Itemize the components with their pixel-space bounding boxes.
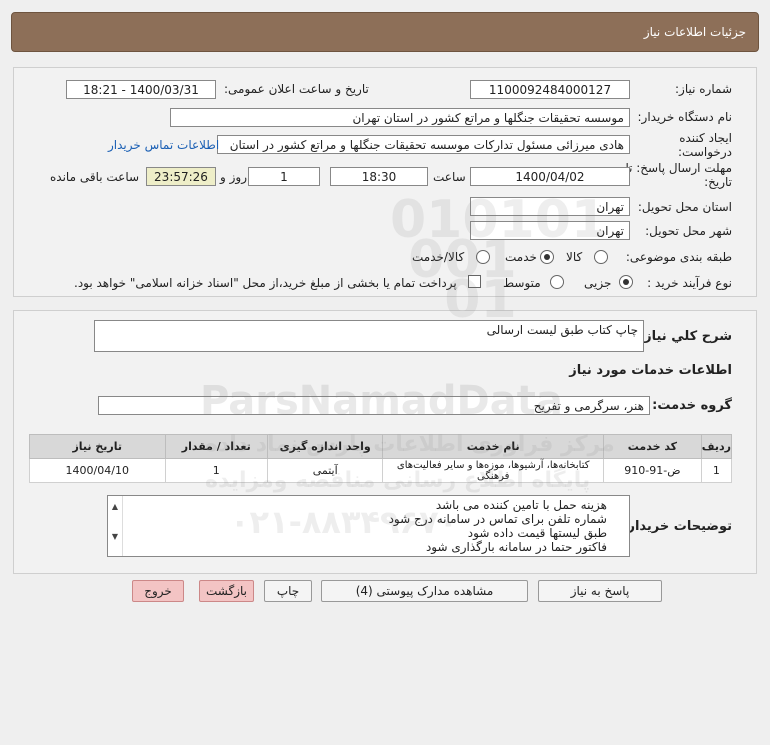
note-line: شماره تلفن برای تماس در سامانه درج شود	[388, 512, 607, 526]
time-label: ساعت	[433, 170, 466, 184]
cell-date: 1400/04/10	[29, 458, 166, 483]
payment-note: پرداخت تمام یا بخشی از مبلغ خرید،از محل …	[74, 276, 457, 290]
cell-row: 1	[700, 458, 733, 483]
province-label: استان محل تحویل:	[637, 200, 732, 214]
services-title: اطلاعات خدمات مورد نياز	[569, 363, 732, 378]
category-radio-goods-service[interactable]	[476, 250, 490, 264]
page-header: جزئیات اطلاعات نیاز	[11, 12, 759, 52]
countdown-field: 23:57:26	[146, 167, 216, 186]
note-line: فاکتور حتما در سامانه بارگذاری شود	[425, 540, 607, 554]
buyer-notes[interactable]: ▲ ▼ هزینه حمل با تامین کننده می باشد شما…	[107, 495, 630, 557]
buyer-org-field: موسسه تحقیقات جنگلها و مراتع کشور در است…	[170, 108, 630, 127]
summary-title: شرح کلي نياز:	[638, 329, 732, 344]
purchase-radio-minor[interactable]	[619, 275, 633, 289]
service-group-label: گروه خدمت:	[652, 398, 732, 413]
page-title: جزئیات اطلاعات نیاز	[643, 25, 746, 39]
treasury-checkbox[interactable]	[468, 275, 481, 288]
category-service-label: خدمت	[505, 250, 537, 264]
announce-label: تاریخ و ساعت اعلان عمومی:	[224, 82, 369, 96]
need-number-label: شماره نیاز:	[675, 82, 732, 96]
print-button[interactable]: چاپ	[264, 580, 312, 602]
days-field: 1	[248, 167, 320, 186]
deadline-time-field: 18:30	[330, 167, 428, 186]
contact-buyer-link[interactable]: اطلاعات تماس خریدار	[108, 138, 219, 152]
deadline-label: مهلت ارسال پاسخ: تا تاریخ:	[625, 161, 732, 189]
purchase-minor-label: جزیی	[584, 276, 612, 290]
announce-field: 1400/03/31 - 18:21	[66, 80, 216, 99]
category-goods-service-label: کالا/خدمت	[412, 250, 465, 264]
cell-unit: آیتمی	[266, 458, 384, 483]
cell-name: کتابخانه‌ها، آرشیوها، موزه‌ها و سایر فعا…	[382, 458, 605, 483]
cell-qty: 1	[164, 458, 268, 483]
deadline-date-field: 1400/04/02	[470, 167, 630, 186]
note-line: هزینه حمل با تامین کننده می باشد	[435, 498, 607, 512]
note-line: طبق لیستها قیمت داده شود	[467, 526, 607, 540]
service-group-field: هنر، سرگرمی و تفریح	[98, 396, 650, 415]
province-field: تهران	[470, 197, 630, 216]
city-field: تهران	[470, 221, 630, 240]
cell-code: ض-91-910	[603, 458, 702, 483]
services-table: ردیف کد خدمت نام خدمت واحد اندازه گیری ت…	[29, 434, 733, 483]
buyer-org-label: نام دستگاه خریدار:	[637, 110, 733, 124]
city-label: شهر محل تحویل:	[645, 224, 732, 238]
view-documents-button[interactable]: مشاهده مدارک پیوستی (4)	[321, 580, 528, 602]
scroll-down-icon[interactable]: ▼	[108, 530, 122, 544]
category-radio-service[interactable]	[540, 250, 554, 264]
category-goods-label: کالا	[566, 250, 583, 264]
col-name-header: نام خدمت	[382, 434, 605, 459]
category-label: طبقه بندی موضوعی:	[625, 250, 732, 264]
col-unit-header: واحد اندازه گیری	[266, 434, 384, 459]
col-row-header: ردیف	[700, 434, 733, 459]
notes-scrollbar[interactable]: ▲ ▼	[108, 496, 123, 556]
exit-button[interactable]: خروج	[132, 580, 184, 602]
col-date-header: تاریخ نیاز	[29, 434, 166, 459]
purchase-type-label: نوع فرآیند خرید :	[647, 276, 732, 290]
col-code-header: کد خدمت	[603, 434, 702, 459]
reply-button[interactable]: پاسخ به نیاز	[538, 580, 662, 602]
back-button[interactable]: بازگشت	[199, 580, 254, 602]
category-radio-goods[interactable]	[594, 250, 608, 264]
days-label: روز و	[220, 170, 247, 184]
table-header-row: ردیف کد خدمت نام خدمت واحد اندازه گیری ت…	[29, 434, 733, 459]
creator-field: هادی میرزائی مسئول تدارکات موسسه تحقیقات…	[217, 135, 630, 154]
scroll-up-icon[interactable]: ▲	[108, 500, 122, 514]
purchase-radio-medium[interactable]	[550, 275, 564, 289]
summary-field: چاپ کتاب طبق لیست ارسالی	[94, 320, 644, 352]
creator-label: ایجاد کننده درخواست:	[678, 131, 732, 159]
table-row: 1 ض-91-910 کتابخانه‌ها، آرشیوها، موزه‌ها…	[29, 458, 733, 483]
col-qty-header: تعداد / مقدار	[164, 434, 268, 459]
notes-label: توضیحات خریدار:	[622, 519, 732, 534]
remaining-label: ساعت باقی مانده	[50, 170, 140, 184]
need-number-field: 1100092484000127	[470, 80, 630, 99]
purchase-medium-label: متوسط	[503, 276, 541, 290]
